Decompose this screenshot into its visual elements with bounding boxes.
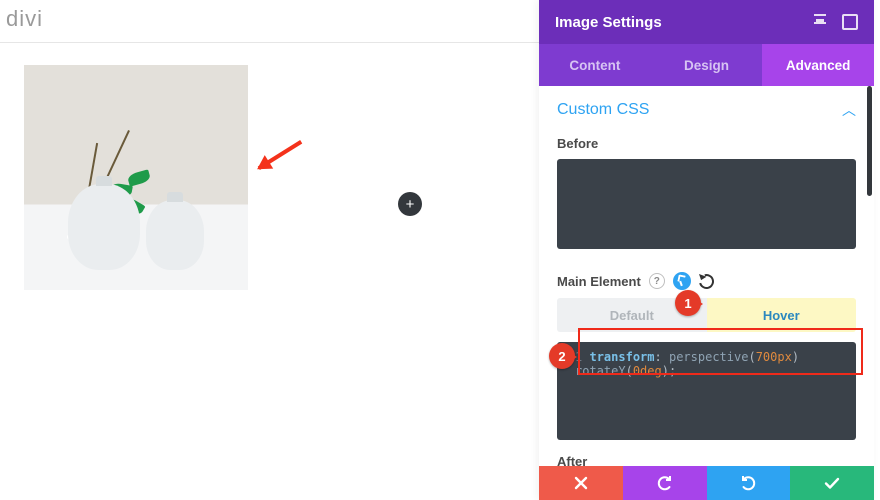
undo-icon [657, 475, 673, 491]
undo-button[interactable] [623, 466, 707, 500]
section-toggle[interactable]: Custom CSS ︿ [557, 100, 856, 120]
main-css-wrap: 1 transform: perspective(700px)rotateY(0… [557, 342, 856, 440]
reset-icon[interactable] [696, 271, 716, 291]
redo-button[interactable] [707, 466, 791, 500]
help-icon[interactable]: ? [649, 273, 665, 289]
panel-header: Image Settings [539, 0, 874, 44]
divider [0, 42, 541, 43]
panel-scrollbar[interactable] [867, 86, 872, 196]
main-element-label-row: Main Element ? [557, 272, 856, 290]
brand-text: divi [0, 0, 541, 42]
redo-icon [740, 475, 756, 491]
before-css-input[interactable] [557, 159, 856, 249]
expand-icon[interactable] [814, 14, 826, 24]
tab-design[interactable]: Design [651, 44, 763, 86]
cancel-button[interactable] [539, 466, 623, 500]
before-label: Before [557, 136, 856, 151]
annotation-callout-2: 2 [549, 343, 575, 369]
state-tab-hover[interactable]: Hover [707, 298, 857, 332]
section-title: Custom CSS [557, 101, 649, 119]
content-area: + [0, 65, 541, 290]
save-button[interactable] [790, 466, 874, 500]
plus-icon: + [406, 196, 415, 213]
panel-body: Custom CSS ︿ Before Main Element ? Defau… [539, 86, 874, 466]
editor-canvas: divi + [0, 0, 541, 500]
snap-icon[interactable] [842, 14, 858, 30]
settings-panel: Image Settings Content Design Advanced C… [539, 0, 874, 500]
annotation-callout-1: 1 [675, 290, 701, 316]
action-bar [539, 466, 874, 500]
panel-tabs: Content Design Advanced [539, 44, 874, 86]
add-module-button[interactable]: + [398, 192, 422, 216]
tab-content[interactable]: Content [539, 44, 651, 86]
panel-title: Image Settings [555, 14, 662, 31]
hover-toggle-icon[interactable] [673, 272, 691, 290]
decorative-vases [24, 184, 248, 270]
image-module[interactable] [24, 65, 248, 290]
tab-advanced[interactable]: Advanced [762, 44, 874, 86]
main-element-label: Main Element [557, 274, 641, 289]
chevron-up-icon: ︿ [842, 100, 856, 120]
check-icon [824, 475, 840, 491]
annotation-arrow [258, 140, 303, 170]
after-label: After [557, 454, 856, 466]
close-icon [573, 475, 589, 491]
main-css-input[interactable]: 1 transform: perspective(700px)rotateY(0… [557, 342, 856, 440]
